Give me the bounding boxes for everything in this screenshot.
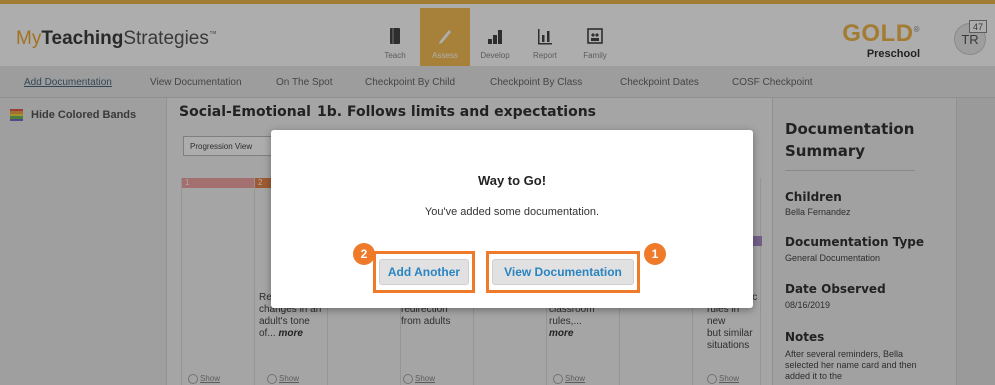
view-documentation-button[interactable]: View Documentation <box>492 259 634 285</box>
step-marker-2: 2 <box>353 243 375 265</box>
dialog-title: Way to Go! <box>477 173 547 188</box>
dialog-message: You've added some documentation. <box>424 206 600 218</box>
add-another-button[interactable]: Add Another <box>379 259 469 285</box>
step-marker-1: 1 <box>644 243 666 265</box>
success-dialog: Way to Go! You've added some documentati… <box>271 130 753 308</box>
